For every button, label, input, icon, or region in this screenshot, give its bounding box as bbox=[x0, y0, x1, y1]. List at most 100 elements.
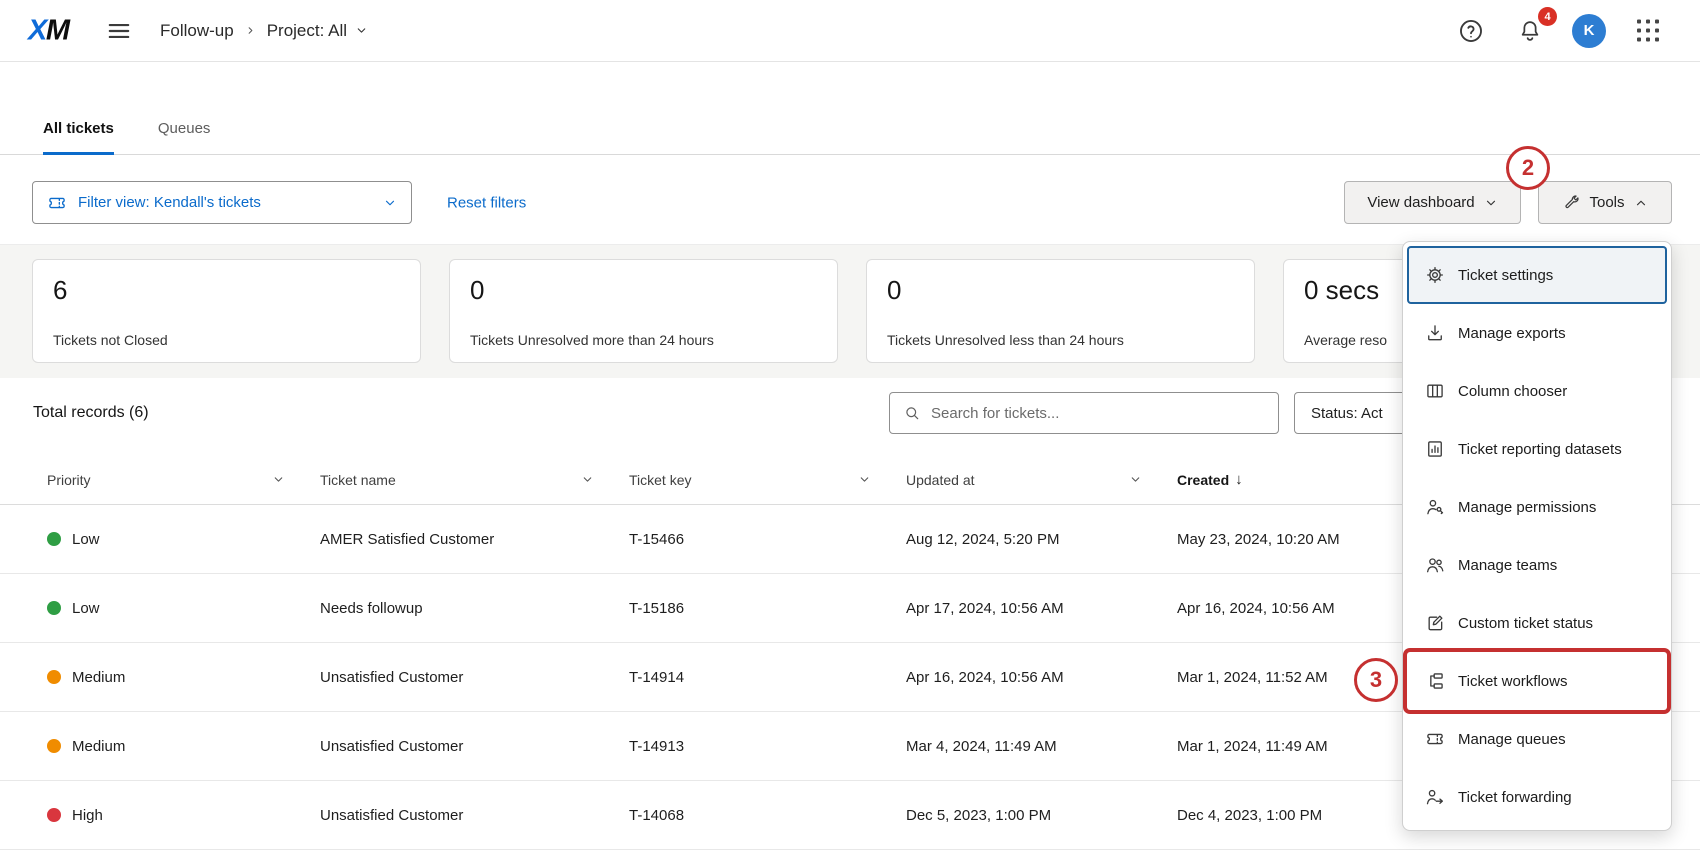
breadcrumb: Follow-up Project: All bbox=[160, 21, 368, 41]
columns-icon bbox=[1425, 381, 1445, 401]
priority-dot-icon bbox=[47, 532, 61, 546]
menu-item-label: Ticket reporting datasets bbox=[1458, 441, 1622, 458]
cell-updated-at: Apr 17, 2024, 10:56 AM bbox=[906, 600, 1177, 617]
view-dashboard-button[interactable]: View dashboard bbox=[1344, 181, 1521, 224]
stat-value: 0 bbox=[470, 275, 817, 306]
stat-card-tickets-unresolved-more-than-24-hours: 0Tickets Unresolved more than 24 hours bbox=[449, 259, 838, 363]
cell-priority: High bbox=[33, 807, 320, 824]
view-dashboard-label: View dashboard bbox=[1367, 194, 1474, 211]
cell-priority: Low bbox=[33, 600, 320, 617]
column-header-ticket-name[interactable]: Ticket name bbox=[320, 472, 629, 488]
priority-label: Medium bbox=[72, 669, 125, 686]
menu-item-column-chooser[interactable]: Column chooser bbox=[1407, 362, 1667, 420]
forward-person-icon bbox=[1425, 787, 1445, 807]
cell-ticket-key: T-15466 bbox=[629, 531, 906, 548]
column-menu-chevron-icon[interactable] bbox=[272, 473, 285, 486]
status-filter-label: Status: Act bbox=[1311, 405, 1383, 422]
filter-bar: Filter view: Kendall's tickets Reset fil… bbox=[0, 181, 1700, 224]
breadcrumb-followup[interactable]: Follow-up bbox=[160, 21, 234, 41]
menu-item-manage-exports[interactable]: Manage exports bbox=[1407, 304, 1667, 362]
column-menu-chevron-icon[interactable] bbox=[1129, 473, 1142, 486]
total-records-label: Total records (6) bbox=[33, 404, 149, 422]
menu-item-label: Ticket settings bbox=[1458, 267, 1553, 284]
menu-item-manage-teams[interactable]: Manage teams bbox=[1407, 536, 1667, 594]
gear-icon bbox=[1425, 265, 1445, 285]
menu-item-ticket-reporting-datasets[interactable]: Ticket reporting datasets bbox=[1407, 420, 1667, 478]
breadcrumb-followup-label: Follow-up bbox=[160, 21, 234, 41]
reset-filters-link[interactable]: Reset filters bbox=[447, 194, 526, 211]
stat-label: Tickets Unresolved less than 24 hours bbox=[887, 332, 1234, 348]
priority-dot-icon bbox=[47, 601, 61, 615]
cell-updated-at: Apr 16, 2024, 10:56 AM bbox=[906, 669, 1177, 686]
sort-desc-icon: ↓ bbox=[1235, 471, 1243, 488]
menu-item-label: Manage permissions bbox=[1458, 499, 1596, 516]
cell-ticket-name: Needs followup bbox=[320, 600, 629, 617]
breadcrumb-project-label: Project: All bbox=[267, 21, 347, 41]
column-label: Priority bbox=[47, 472, 91, 488]
column-label: Updated at bbox=[906, 472, 975, 488]
menu-item-label: Column chooser bbox=[1458, 383, 1567, 400]
stat-label: Tickets not Closed bbox=[53, 332, 400, 348]
priority-label: Low bbox=[72, 531, 100, 548]
priority-label: Medium bbox=[72, 738, 125, 755]
stat-card-tickets-not-closed: 6 Tickets not Closed bbox=[32, 259, 421, 363]
logo-letter-x: X bbox=[28, 14, 46, 46]
apps-grid-icon[interactable] bbox=[1637, 19, 1660, 42]
avatar[interactable]: K bbox=[1572, 14, 1606, 48]
menu-item-ticket-workflows[interactable]: Ticket workflows bbox=[1407, 652, 1667, 710]
priority-dot-icon bbox=[47, 808, 61, 822]
tools-label: Tools bbox=[1589, 194, 1624, 211]
chevron-down-icon bbox=[355, 24, 368, 37]
cell-ticket-key: T-14914 bbox=[629, 669, 906, 686]
cell-priority: Medium bbox=[33, 738, 320, 755]
cell-updated-at: Aug 12, 2024, 5:20 PM bbox=[906, 531, 1177, 548]
cell-ticket-key: T-15186 bbox=[629, 600, 906, 617]
tab-all-tickets[interactable]: All tickets bbox=[43, 120, 114, 155]
filter-view-select[interactable]: Filter view: Kendall's tickets bbox=[32, 181, 412, 224]
menu-item-manage-permissions[interactable]: Manage permissions bbox=[1407, 478, 1667, 536]
stat-value: 6 bbox=[53, 275, 400, 306]
help-icon[interactable] bbox=[1457, 17, 1485, 45]
priority-dot-icon bbox=[47, 739, 61, 753]
people-icon bbox=[1425, 555, 1445, 575]
menu-item-label: Ticket forwarding bbox=[1458, 789, 1572, 806]
chevron-up-icon bbox=[1634, 196, 1648, 210]
menu-item-label: Manage exports bbox=[1458, 325, 1566, 342]
tab-queues[interactable]: Queues bbox=[158, 120, 211, 155]
ticket-icon bbox=[47, 193, 67, 213]
search-icon bbox=[903, 404, 921, 422]
column-menu-chevron-icon[interactable] bbox=[581, 473, 594, 486]
menu-item-label: Manage teams bbox=[1458, 557, 1557, 574]
cell-ticket-key: T-14068 bbox=[629, 807, 906, 824]
column-header-ticket-key[interactable]: Ticket key bbox=[629, 472, 906, 488]
stat-value: 0 bbox=[887, 275, 1234, 306]
priority-dot-icon bbox=[47, 670, 61, 684]
column-label: Ticket name bbox=[320, 472, 396, 488]
annotation-step-2: 2 bbox=[1506, 146, 1550, 190]
column-menu-chevron-icon[interactable] bbox=[858, 473, 871, 486]
menu-item-label: Custom ticket status bbox=[1458, 615, 1593, 632]
column-header-updated-at[interactable]: Updated at bbox=[906, 472, 1177, 488]
menu-item-manage-queues[interactable]: Manage queues bbox=[1407, 710, 1667, 768]
priority-label: Low bbox=[72, 600, 100, 617]
tools-button[interactable]: Tools bbox=[1538, 181, 1672, 224]
search-input[interactable] bbox=[931, 405, 1265, 422]
column-label: Ticket key bbox=[629, 472, 692, 488]
menu-item-label: Manage queues bbox=[1458, 731, 1566, 748]
menu-item-custom-ticket-status[interactable]: Custom ticket status bbox=[1407, 594, 1667, 652]
annotation-step-3: 3 bbox=[1354, 658, 1398, 702]
filter-view-label: Filter view: Kendall's tickets bbox=[78, 194, 261, 211]
cell-ticket-name: AMER Satisfied Customer bbox=[320, 531, 629, 548]
hamburger-menu-icon[interactable] bbox=[106, 18, 132, 44]
tabs: All tickets Queues bbox=[43, 120, 210, 155]
menu-item-ticket-forwarding[interactable]: Ticket forwarding bbox=[1407, 768, 1667, 826]
breadcrumb-project-dropdown[interactable]: Project: All bbox=[267, 21, 368, 41]
cell-ticket-name: Unsatisfied Customer bbox=[320, 669, 629, 686]
topbar: XM Follow-up Project: All 4 K bbox=[0, 0, 1700, 62]
tools-menu: Ticket settings Manage exports Column choo… bbox=[1402, 241, 1672, 831]
column-header-priority[interactable]: Priority bbox=[33, 472, 320, 488]
chevron-right-icon bbox=[245, 25, 256, 36]
menu-item-ticket-settings[interactable]: Ticket settings bbox=[1407, 246, 1667, 304]
search-box bbox=[889, 392, 1279, 434]
logo-letter-m: M bbox=[46, 14, 69, 46]
